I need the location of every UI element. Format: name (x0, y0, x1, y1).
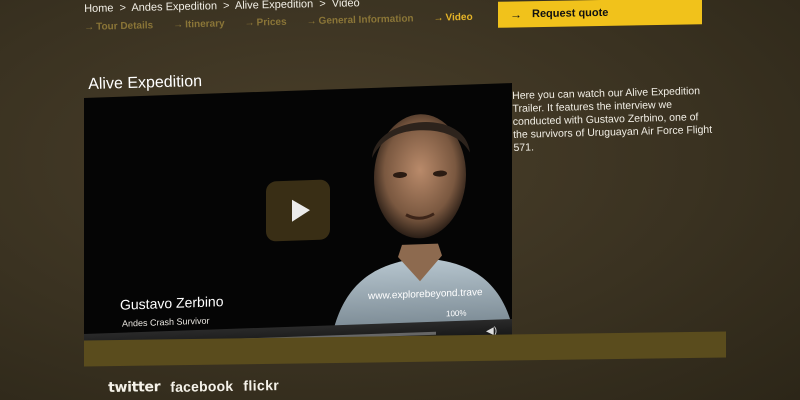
request-quote-button[interactable]: → Request quote (498, 0, 702, 28)
video-player[interactable]: Gustavo Zerbino Andes Crash Survivor www… (84, 83, 512, 357)
breadcrumb-home[interactable]: Home (84, 2, 114, 15)
subnav-label: Prices (256, 16, 287, 29)
page-background: Home > Andes Expedition > Alive Expediti… (0, 0, 800, 400)
play-button[interactable] (266, 179, 330, 242)
request-quote-label: Request quote (532, 6, 609, 21)
volume-percent: 100% (446, 308, 467, 319)
breadcrumb-separator: > (119, 2, 127, 15)
page-title: Alive Expedition (88, 73, 203, 93)
twitter-link[interactable]: twitter (108, 379, 160, 396)
video-frame-interviewee (330, 114, 512, 348)
subnav-tour-details[interactable]: → Tour Details (84, 20, 153, 33)
breadcrumb-andes-expedition[interactable]: Andes Expedition (131, 0, 217, 14)
breadcrumb-alive-expedition[interactable]: Alive Expedition (235, 0, 314, 12)
video-person-role: Andes Crash Survivor (122, 315, 210, 329)
social-links: twitter facebook flickr (108, 377, 279, 396)
video-description: Here you can watch our Alive Expedition … (512, 85, 713, 154)
breadcrumb-video: Video (331, 0, 360, 10)
play-icon (291, 199, 310, 222)
subnav-prices[interactable]: → Prices (244, 17, 286, 29)
arrow-right-icon: → (173, 19, 184, 31)
arrow-right-icon: → (306, 15, 317, 28)
flickr-link[interactable]: flickr (243, 377, 279, 394)
breadcrumb-separator: > (319, 0, 326, 11)
sub-navigation: → Tour Details → Itinerary → Prices → Ge… (84, 12, 473, 33)
subnav-video[interactable]: → Video (433, 12, 472, 24)
subnav-label: General Information (318, 13, 414, 27)
subnav-itinerary[interactable]: → Itinerary (173, 18, 225, 30)
breadcrumb: Home > Andes Expedition > Alive Expediti… (84, 0, 360, 15)
subnav-general-information[interactable]: → General Information (306, 13, 413, 27)
arrow-right-icon: → (84, 21, 95, 33)
arrow-right-icon: → (244, 17, 255, 29)
arrow-right-icon: → (510, 7, 522, 22)
video-person-name: Gustavo Zerbino (120, 293, 224, 313)
subnav-label: Itinerary (185, 18, 225, 31)
facebook-link[interactable]: facebook (170, 378, 233, 395)
subnav-label: Tour Details (95, 20, 154, 33)
arrow-right-icon: → (433, 12, 444, 24)
breadcrumb-separator: > (222, 0, 230, 13)
subnav-label: Video (445, 11, 473, 24)
